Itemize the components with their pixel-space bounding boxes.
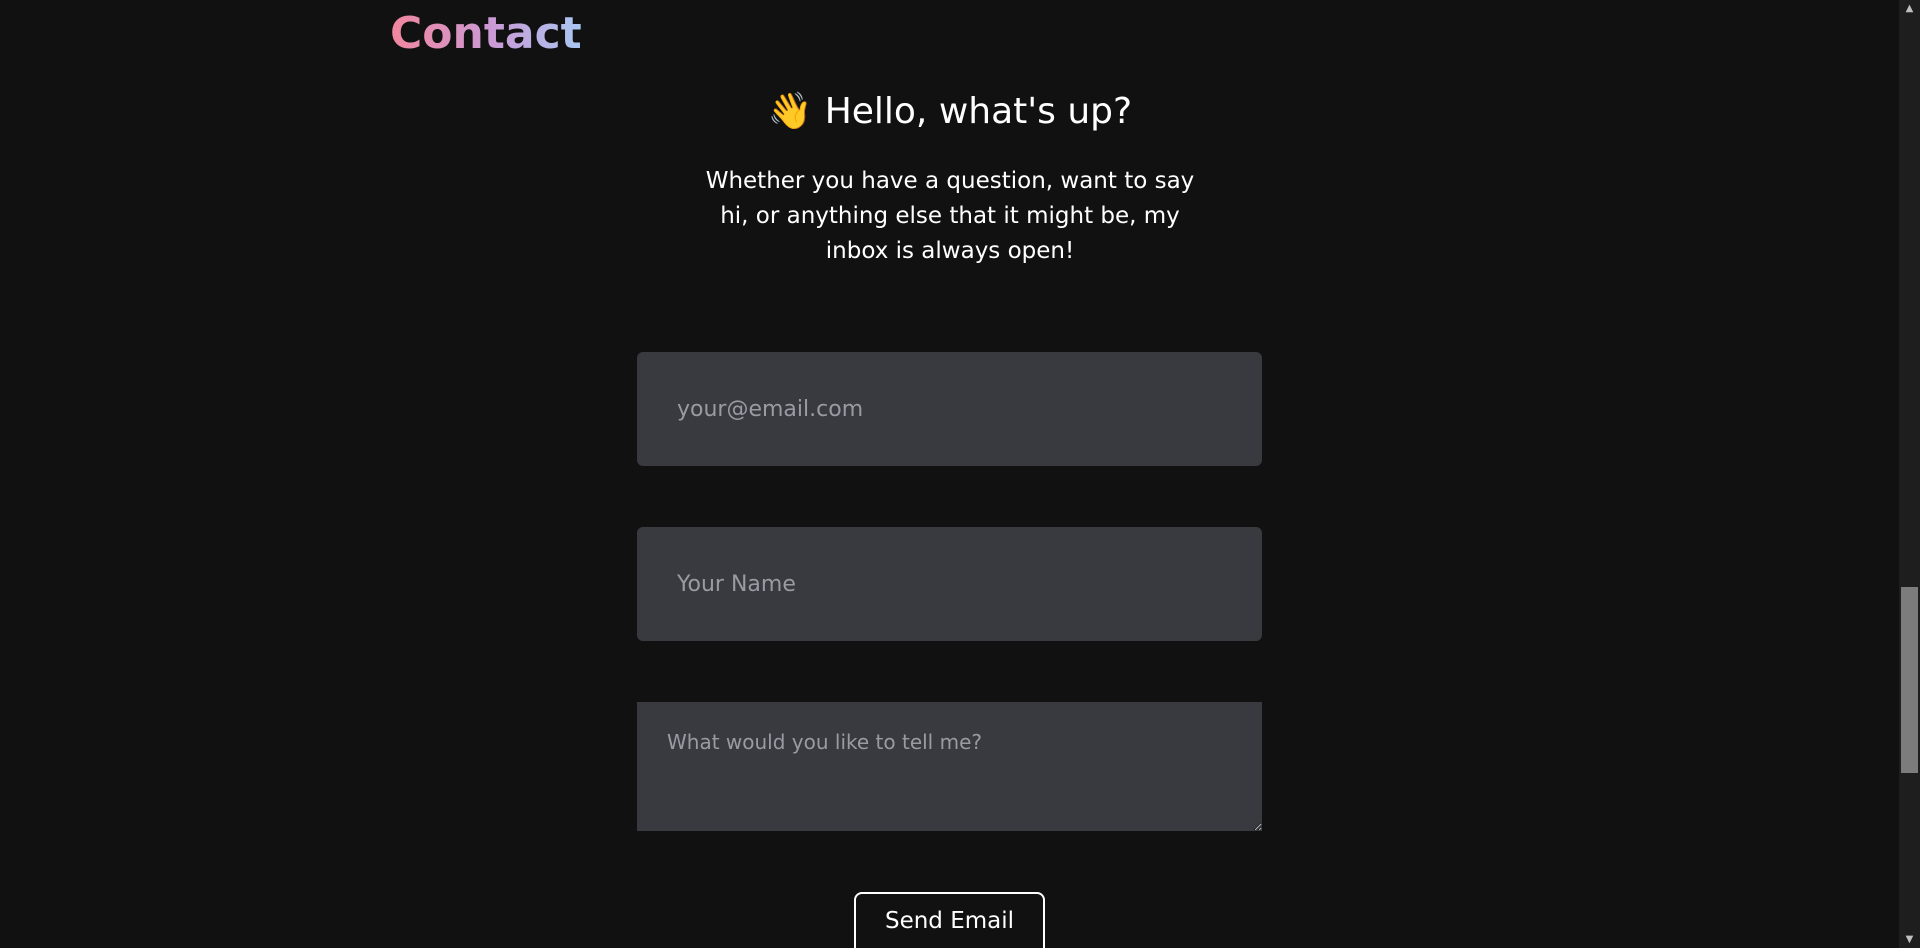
scrollbar-thumb[interactable]	[1901, 587, 1918, 773]
waving-hand-icon: 👋	[767, 91, 813, 132]
contact-page: Contact 👋 Hello, what's up? Whether you h…	[0, 0, 1920, 948]
scroll-down-icon[interactable]: ▼	[1899, 931, 1920, 948]
name-field[interactable]	[637, 527, 1262, 641]
greeting-text: Hello, what's up?	[824, 91, 1133, 132]
greeting-heading: 👋 Hello, what's up?	[0, 86, 1900, 138]
send-email-button[interactable]: Send Email	[854, 892, 1045, 948]
section-title: Contact	[390, 8, 582, 59]
scroll-up-icon[interactable]: ▲	[1899, 0, 1920, 17]
vertical-scrollbar[interactable]: ▲ ▼	[1899, 0, 1920, 948]
message-field[interactable]	[637, 702, 1262, 831]
intro-text: Whether you have a question, want to say…	[705, 168, 1195, 264]
email-field[interactable]	[637, 352, 1262, 466]
